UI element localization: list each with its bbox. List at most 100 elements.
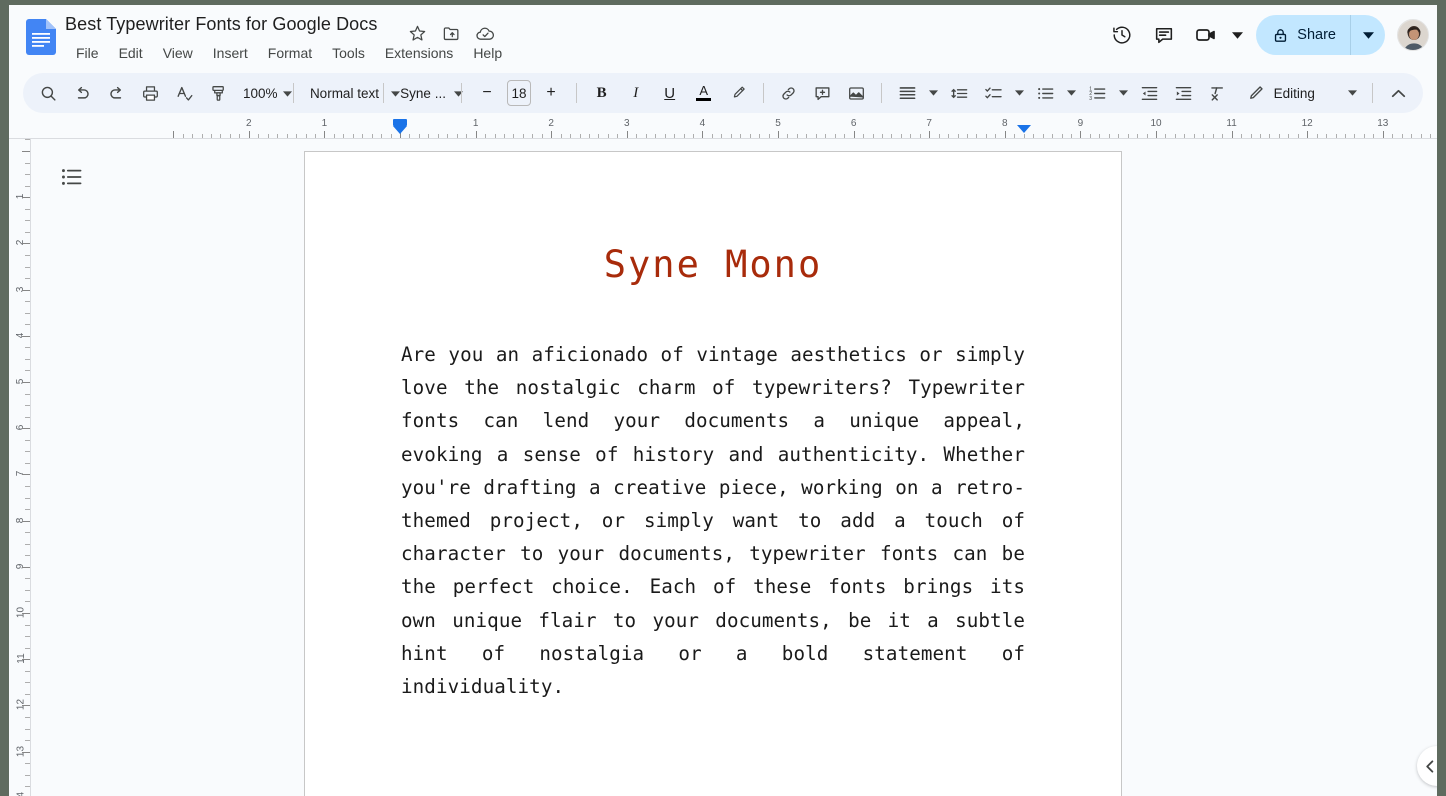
toolbar-divider: [383, 83, 385, 103]
increase-font-size-button[interactable]: +: [536, 78, 566, 108]
italic-button[interactable]: I: [621, 78, 651, 108]
vertical-ruler-tick: [25, 671, 30, 672]
add-comment-icon[interactable]: [807, 78, 837, 108]
zoom-selector[interactable]: 100%: [237, 78, 292, 108]
show-outline-icon[interactable]: [54, 159, 90, 195]
vertical-ruler-tick: [25, 763, 30, 764]
version-history-icon[interactable]: [1102, 15, 1142, 55]
vertical-ruler-tick: [22, 151, 30, 152]
ruler-number: 1: [472, 118, 479, 129]
menu-edit[interactable]: Edit: [110, 43, 152, 63]
spellcheck-icon[interactable]: [169, 78, 199, 108]
document-title[interactable]: Best Typewriter Fonts for Google Docs: [65, 14, 378, 35]
redo-icon[interactable]: [101, 78, 131, 108]
star-icon[interactable]: [405, 21, 429, 45]
cloud-saved-icon[interactable]: [473, 21, 497, 45]
toolbar-divider: [461, 83, 463, 103]
editing-mode-caret-icon[interactable]: [1342, 78, 1362, 108]
menu-help[interactable]: Help: [464, 43, 511, 63]
ruler-number: 13: [1377, 118, 1389, 129]
vertical-ruler-tick: [25, 786, 30, 787]
vertical-ruler-tick: [25, 278, 30, 279]
numbered-list-caret-icon[interactable]: [1116, 78, 1130, 108]
decrease-indent-icon[interactable]: [1134, 78, 1164, 108]
vertical-ruler-tick: [25, 267, 30, 268]
align-caret-icon[interactable]: [926, 78, 940, 108]
insert-image-icon[interactable]: [841, 78, 871, 108]
toolbar-divider: [1372, 83, 1374, 103]
vertical-ruler-tick: [25, 440, 30, 441]
font-size-input[interactable]: 18: [507, 80, 531, 106]
ruler-number: 8: [1002, 118, 1008, 129]
checklist-icon[interactable]: [978, 78, 1008, 108]
meet-camera-icon[interactable]: [1186, 15, 1226, 55]
vertical-ruler-tick: [22, 336, 30, 337]
underline-button[interactable]: U: [655, 78, 685, 108]
menu-file[interactable]: File: [67, 43, 108, 63]
highlight-color-button[interactable]: [723, 78, 753, 108]
toolbar-divider: [293, 83, 294, 103]
print-icon[interactable]: [135, 78, 165, 108]
horizontal-ruler[interactable]: 2 1 1 2 3 4 5 6 7 8 9 10 11 12 13: [9, 117, 1437, 139]
menu-extensions[interactable]: Extensions: [376, 43, 462, 63]
toolbar-divider: [576, 83, 577, 103]
expand-side-panel-icon[interactable]: [1417, 746, 1437, 786]
font-family-selector[interactable]: Syne ...: [394, 78, 463, 108]
vertical-ruler-tick: [25, 347, 30, 348]
editing-mode-icon[interactable]: [1240, 78, 1270, 108]
share-caret-icon[interactable]: [1351, 15, 1385, 55]
menu-format[interactable]: Format: [259, 43, 321, 63]
text-color-button[interactable]: A: [689, 78, 719, 108]
ruler-number: 9: [1077, 118, 1084, 129]
line-spacing-icon[interactable]: [944, 78, 974, 108]
increase-indent-icon[interactable]: [1168, 78, 1198, 108]
paint-format-icon[interactable]: [203, 78, 233, 108]
paragraph-style-selector[interactable]: Normal text: [304, 78, 400, 108]
vertical-ruler-tick: [25, 394, 30, 395]
checklist-caret-icon[interactable]: [1012, 78, 1026, 108]
editing-mode-button[interactable]: Editing: [1273, 78, 1315, 108]
vertical-ruler-tick: [25, 370, 30, 371]
vertical-ruler-tick: [25, 601, 30, 602]
ruler-number: 10: [1150, 118, 1162, 129]
comment-history-icon[interactable]: [1144, 15, 1184, 55]
menu-tools[interactable]: Tools: [323, 43, 374, 63]
formatting-toolbar: 100% Normal text Syne ... − 18 + B I U A…: [23, 73, 1423, 113]
decrease-font-size-button[interactable]: −: [472, 78, 502, 108]
paragraph-style-value: Normal text: [309, 85, 379, 101]
share-button[interactable]: Share: [1256, 15, 1350, 55]
bold-label: B: [596, 84, 607, 101]
align-icon[interactable]: [892, 78, 922, 108]
vertical-ruler[interactable]: 1234567891011121314: [9, 139, 31, 796]
clear-formatting-icon[interactable]: [1202, 78, 1232, 108]
vertical-ruler-tick: [25, 463, 30, 464]
meet-caret-icon[interactable]: [1228, 15, 1246, 55]
underline-label: U: [664, 84, 676, 102]
vertical-ruler-tick: [25, 232, 30, 233]
vertical-ruler-tick: [25, 544, 30, 545]
numbered-list-icon[interactable]: 1 2 3: [1082, 78, 1112, 108]
menu-view[interactable]: View: [154, 43, 202, 63]
bold-button[interactable]: B: [587, 78, 617, 108]
collapse-toolbar-icon[interactable]: [1383, 78, 1413, 108]
vertical-ruler-tick: [25, 139, 30, 140]
vertical-ruler-tick: [25, 186, 30, 187]
editing-mode-label: Editing: [1273, 85, 1315, 101]
bulleted-list-icon[interactable]: [1030, 78, 1060, 108]
vertical-ruler-tick: [25, 220, 30, 221]
document-page[interactable]: Syne Mono Are you an aficionado of vinta…: [304, 151, 1122, 796]
font-family-value: Syne ...: [400, 85, 446, 101]
move-folder-icon[interactable]: [439, 21, 463, 45]
undo-icon[interactable]: [67, 78, 97, 108]
menu-insert[interactable]: Insert: [204, 43, 257, 63]
insert-link-icon[interactable]: [773, 78, 803, 108]
bulleted-list-caret-icon[interactable]: [1064, 78, 1078, 108]
vertical-ruler-tick: [25, 648, 30, 649]
share-label: Share: [1297, 27, 1336, 43]
search-icon[interactable]: [33, 78, 63, 108]
docs-file-icon[interactable]: [23, 19, 59, 55]
ruler-number: 6: [850, 118, 857, 129]
vertical-ruler-tick: [25, 625, 30, 626]
vertical-ruler-tick: [25, 359, 30, 360]
account-avatar[interactable]: [1397, 19, 1429, 51]
